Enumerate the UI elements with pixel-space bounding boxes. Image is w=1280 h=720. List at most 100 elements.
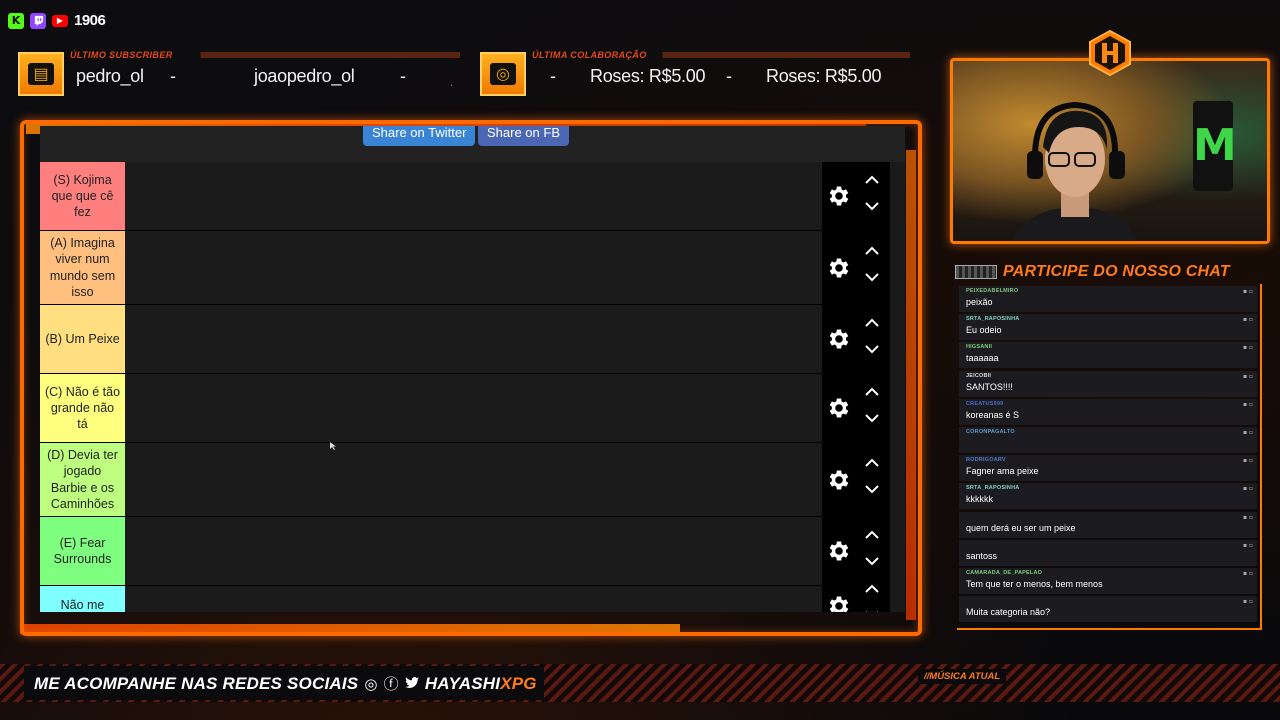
chat-header: PARTICIPE DO NOSSO CHAT <box>955 262 1270 282</box>
chat-message: Muita categoria não? ▪ ▫ <box>959 596 1257 623</box>
chevron-down-icon[interactable] <box>864 484 880 494</box>
coins-icon: ◎ <box>480 52 526 96</box>
twitch-icon <box>30 12 46 29</box>
tier-row: (C) Não é tão grande não tá <box>40 374 890 443</box>
tier-label[interactable]: (A) Imagina viver num mundo sem isso <box>40 231 125 304</box>
chat-text: santoss <box>966 550 998 561</box>
chat-text: quem derá eu ser um peixe <box>966 522 1076 533</box>
tier-label[interactable]: (B) Um Peixe <box>40 305 125 373</box>
channel-handle-accent: XPG <box>500 673 537 693</box>
follower-count: 1906 <box>74 12 106 29</box>
chevron-down-icon[interactable] <box>864 556 880 566</box>
chat-badges-icon: ▪ ▫ <box>1242 598 1253 606</box>
chevron-up-icon[interactable] <box>864 458 880 468</box>
chat-message: SRTA_RAPOSINHA kkkkkk ▪ ▫ <box>959 483 1257 510</box>
tier-label[interactable]: (C) Não é tão grande não tá <box>40 374 125 442</box>
chevron-up-icon[interactable] <box>864 318 880 328</box>
chat-message: CREATUS999 koreanas é S ▪ ▫ <box>959 398 1257 425</box>
bottom-bar: ME ACOMPANHE NAS REDES SOCIAIS ◎ ⓕ HAYAS… <box>0 664 1280 702</box>
chat-message: CAMARADA_DE_PAPELAO Tem que ter o menos, … <box>959 568 1257 594</box>
tier-controls <box>822 162 890 230</box>
chat-text: Tem que ter o menos, bem menos <box>966 579 1103 589</box>
chat-message: santoss ▪ ▫ <box>959 539 1257 566</box>
chevron-up-icon[interactable] <box>864 175 880 185</box>
ticker-scroll: pedro_ol-joaopedro_ol-jo <box>76 66 452 87</box>
chat-username: RODRIGOARV <box>966 457 1006 464</box>
ticker-item: - <box>170 66 176 86</box>
gear-icon[interactable] <box>826 467 852 493</box>
chat-text: taaaaaa <box>966 353 999 364</box>
chat-username: CORONPAGALTO <box>966 429 1015 435</box>
chat-username: HIGSANII <box>966 344 993 351</box>
webcam-frame: M <box>950 58 1270 244</box>
chevron-up-icon[interactable] <box>864 387 880 397</box>
chat-badges-icon: ▪ ▫ <box>1242 316 1253 324</box>
chat-username: JEICOBII <box>966 372 992 379</box>
chat-badges-icon: ▪ ▫ <box>1242 541 1253 549</box>
chat-header-stripe <box>955 265 997 279</box>
chevron-up-icon[interactable] <box>864 246 880 256</box>
share-fb-button[interactable]: Share on FB <box>478 126 569 146</box>
gear-icon[interactable] <box>826 255 852 281</box>
last-collab-ticker: ◎ ÚLTIMA COLABORAÇÃO - Roses: R$5.00- Rose… <box>480 48 912 98</box>
chat-message: PEIXEDABELMIRO peixão ▪ ▫ <box>959 286 1257 312</box>
chevron-up-icon[interactable] <box>864 584 880 594</box>
ticker-label: ÚLTIMO SUBSCRIBER <box>70 50 173 60</box>
chat-badges-icon: ▪ ▫ <box>1242 429 1253 436</box>
social-follow: ME ACOMPANHE NAS REDES SOCIAIS ◎ ⓕ HAYAS… <box>34 673 537 694</box>
gear-icon[interactable] <box>826 395 852 421</box>
chat-username: CREATUS999 <box>966 400 1004 407</box>
tier-controls <box>822 231 890 304</box>
gear-icon[interactable] <box>826 538 852 564</box>
tier-drop-zone[interactable] <box>125 517 822 585</box>
gear-icon[interactable] <box>826 183 852 209</box>
chevron-down-icon[interactable] <box>864 201 880 211</box>
chat-message: HIGSANII taaaaaa ▪ ▫ <box>959 342 1257 369</box>
chevron-up-icon[interactable] <box>864 530 880 540</box>
tier-label[interactable]: Não me <box>40 586 125 612</box>
tier-controls <box>822 443 890 516</box>
kick-icon: K <box>8 12 24 29</box>
chevron-down-icon[interactable] <box>864 272 880 282</box>
tier-row: (D) Devia ter jogado Barbie e os Caminhõ… <box>40 443 890 517</box>
tier-drop-zone[interactable] <box>125 231 822 304</box>
chevron-down-icon[interactable] <box>864 413 880 423</box>
chat-message: CORONPAGALTO ▪ ▫ <box>959 427 1257 453</box>
tier-drop-zone[interactable] <box>125 443 822 516</box>
tier-drop-zone[interactable] <box>125 162 822 230</box>
subscriber-badge-icon: ▤ <box>18 52 64 96</box>
chat-username: SRTA_RAPOSINHA <box>966 485 1020 492</box>
ticker-item: - <box>726 66 732 86</box>
tier-label[interactable]: (S) Kojima que que cê fez <box>40 162 125 230</box>
tier-drop-zone[interactable] <box>125 374 822 442</box>
chat-badges-icon: ▪ ▫ <box>1242 513 1253 521</box>
channel-handle: HAYASHIXPG <box>425 674 537 694</box>
chat-badges-icon: ▪ ▫ <box>1242 400 1253 408</box>
chevron-down-icon[interactable] <box>864 344 880 354</box>
chat-badges-icon: ▪ ▫ <box>1242 372 1253 380</box>
chat-text: Muita categoria não? <box>966 607 1051 618</box>
tier-drop-zone[interactable] <box>125 305 822 373</box>
tier-label[interactable]: (E) Fear Surrounds <box>40 517 125 585</box>
energy-drink-can: M <box>1193 101 1237 191</box>
tier-controls <box>822 584 890 613</box>
ticker-item: - <box>400 66 406 86</box>
last-subscriber-ticker: ▤ ÚLTIMO SUBSCRIBER pedro_ol - joaopedro_o… <box>18 48 460 98</box>
tierlist-app: Share on Twitter Share on FB (S) Kojima … <box>40 126 905 612</box>
tier-label[interactable]: (D) Devia ter jogado Barbie e os Caminhõ… <box>40 443 125 516</box>
chevron-down-icon[interactable] <box>864 610 880 612</box>
gear-icon[interactable] <box>826 326 852 352</box>
tier-row: (A) Imagina viver num mundo sem isso <box>40 231 890 305</box>
chat-badges-icon: ▪ ▫ <box>1242 570 1253 577</box>
chat-message: RODRIGOARV Fagner ama peixe ▪ ▫ <box>959 455 1257 482</box>
share-twitter-button[interactable]: Share on Twitter <box>363 126 476 146</box>
tier-drop-zone[interactable] <box>125 586 822 612</box>
share-row: Share on Twitter Share on FB <box>40 126 905 162</box>
chat-text: Fagner ama peixe <box>966 466 1039 477</box>
chat-username: CAMARADA_DE_PAPELAO <box>966 570 1043 576</box>
tier-row: Não me <box>40 584 890 613</box>
channel-logo <box>1089 30 1131 76</box>
gear-icon[interactable] <box>826 593 852 613</box>
follow-text: ME ACOMPANHE NAS REDES SOCIAIS <box>34 673 359 693</box>
chat-message: JEICOBII SANTOS!!!! ▪ ▫ <box>959 370 1257 397</box>
